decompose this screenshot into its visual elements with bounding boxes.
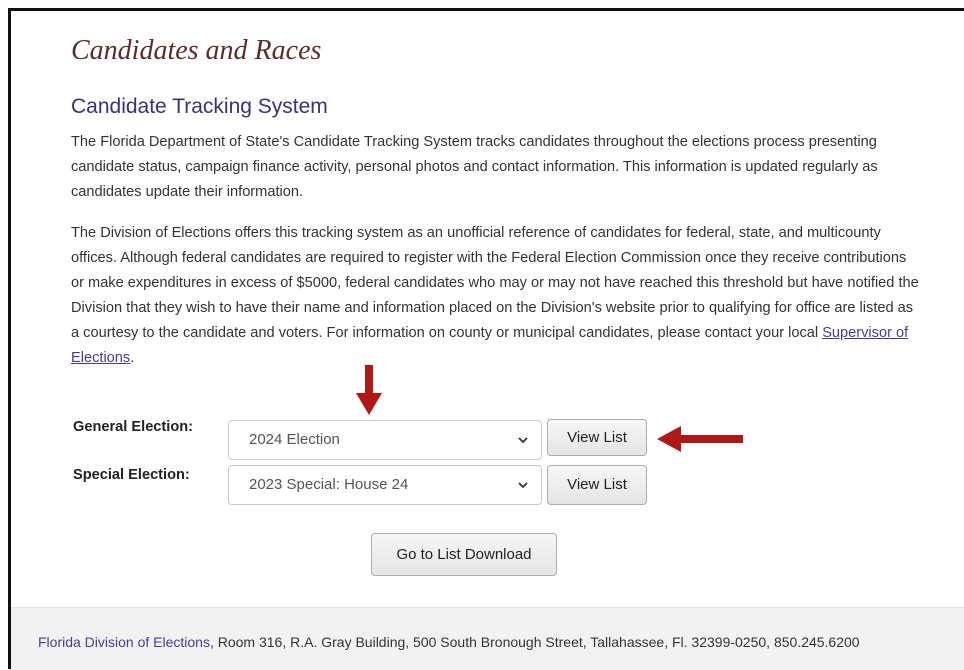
special-election-selected-value: 2023 Special: House 24 — [249, 476, 409, 493]
intro-paragraph: The Florida Department of State's Candid… — [71, 134, 878, 200]
general-election-select[interactable]: 2024 Election — [228, 420, 542, 460]
general-election-label: General Election: — [73, 419, 194, 435]
special-view-list-button[interactable]: View List — [547, 465, 647, 505]
division-paragraph-text: The Division of Elections offers this tr… — [71, 225, 919, 341]
division-paragraph-end: . — [130, 350, 135, 366]
footer-address-text: , Room 316, R.A. Gray Building, 500 Sout… — [209, 634, 860, 650]
go-to-list-download-button[interactable]: Go to List Download — [371, 533, 557, 576]
special-election-select[interactable]: 2023 Special: House 24 — [228, 465, 542, 505]
chevron-down-icon — [518, 437, 528, 444]
footer-address: Florida Division of Elections, Room 316,… — [38, 634, 860, 650]
red-arrow-down-icon — [356, 365, 382, 415]
red-arrow-left-icon — [657, 426, 743, 452]
page-heading: Candidates and Races — [71, 35, 322, 66]
florida-division-of-elections-link[interactable]: Florida Division of Elections — [38, 634, 210, 650]
footer: Florida Division of Elections, Room 316,… — [11, 607, 964, 670]
chevron-down-icon — [518, 482, 528, 489]
division-paragraph: The Division of Elections offers this tr… — [71, 221, 921, 371]
special-election-label: Special Election: — [73, 467, 190, 483]
section-title: Candidate Tracking System — [71, 95, 328, 118]
general-election-selected-value: 2024 Election — [249, 431, 340, 448]
general-view-list-button[interactable]: View List — [547, 419, 647, 456]
